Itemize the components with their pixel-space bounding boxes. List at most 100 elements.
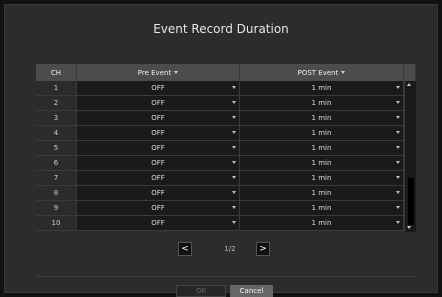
- channel-number: 8: [36, 186, 77, 201]
- channel-number: 10: [36, 216, 77, 231]
- dropdown-arrow-icon: [396, 191, 400, 194]
- post-event-select[interactable]: 1 min: [240, 216, 404, 231]
- channel-number: 2: [36, 96, 77, 111]
- column-header-ch: CH: [36, 64, 77, 81]
- dropdown-arrow-icon: [396, 221, 400, 224]
- channel-number: 1: [36, 81, 77, 96]
- pre-event-select[interactable]: OFF: [77, 126, 240, 141]
- post-event-select[interactable]: 1 min: [240, 186, 404, 201]
- pre-event-value: OFF: [151, 159, 165, 167]
- channel-number: 3: [36, 111, 77, 126]
- next-page-button[interactable]: >: [256, 242, 270, 256]
- channel-number: 7: [36, 171, 77, 186]
- post-event-select[interactable]: 1 min: [240, 171, 404, 186]
- pre-event-value: OFF: [151, 129, 165, 137]
- chevron-right-icon: >: [259, 244, 267, 254]
- post-event-select[interactable]: 1 min: [240, 141, 404, 156]
- pre-event-select[interactable]: OFF: [77, 156, 240, 171]
- post-event-value: 1 min: [311, 174, 332, 182]
- post-event-value: 1 min: [311, 129, 332, 137]
- dropdown-arrow-icon: [232, 146, 236, 149]
- dropdown-arrow-icon: [232, 101, 236, 104]
- channel-number: 9: [36, 201, 77, 216]
- table-row: 5 OFF 1 min: [36, 141, 416, 156]
- post-event-value: 1 min: [311, 204, 332, 212]
- dropdown-arrow-icon: [396, 161, 400, 164]
- pre-event-value: OFF: [151, 99, 165, 107]
- table-row: 2 OFF 1 min: [36, 96, 416, 111]
- post-event-value: 1 min: [311, 99, 332, 107]
- column-header-scroll-spacer: [404, 64, 416, 81]
- dropdown-arrow-icon: [396, 176, 400, 179]
- dropdown-arrow-icon: [396, 86, 400, 89]
- column-header-pre-event-label: Pre Event: [137, 68, 172, 77]
- scroll-down-icon[interactable]: [407, 226, 411, 229]
- dropdown-arrow-icon: [232, 176, 236, 179]
- dropdown-arrow-icon: [174, 71, 179, 74]
- dropdown-arrow-icon: [396, 206, 400, 209]
- post-event-value: 1 min: [311, 219, 332, 227]
- pre-event-select[interactable]: OFF: [77, 186, 240, 201]
- prev-page-button[interactable]: <: [178, 242, 192, 256]
- table-row: 6 OFF 1 min: [36, 156, 416, 171]
- table-row: 7 OFF 1 min: [36, 171, 416, 186]
- scroll-up-icon[interactable]: [407, 83, 411, 86]
- post-event-select[interactable]: 1 min: [240, 201, 404, 216]
- column-header-post-event-label: POST Event: [297, 68, 339, 77]
- post-event-value: 1 min: [311, 159, 332, 167]
- column-header-post-event[interactable]: POST Event: [240, 64, 404, 81]
- pre-event-select[interactable]: OFF: [77, 201, 240, 216]
- dropdown-arrow-icon: [232, 86, 236, 89]
- pre-event-value: OFF: [151, 189, 165, 197]
- ok-button[interactable]: OK: [176, 285, 226, 297]
- pre-event-select[interactable]: OFF: [77, 216, 240, 231]
- divider: [36, 276, 416, 277]
- pre-event-value: OFF: [151, 84, 165, 92]
- table-row: 8 OFF 1 min: [36, 186, 416, 201]
- event-record-duration-dialog: Event Record Duration CH Pre Event POST …: [4, 4, 438, 297]
- pre-event-value: OFF: [151, 174, 165, 182]
- table-row: 9 OFF 1 min: [36, 201, 416, 216]
- dropdown-arrow-icon: [396, 116, 400, 119]
- post-event-value: 1 min: [311, 144, 332, 152]
- page-indicator: 1/2: [224, 245, 236, 253]
- pre-event-select[interactable]: OFF: [77, 81, 240, 96]
- dropdown-arrow-icon: [232, 131, 236, 134]
- post-event-select[interactable]: 1 min: [240, 111, 404, 126]
- pre-event-select[interactable]: OFF: [77, 171, 240, 186]
- post-event-value: 1 min: [311, 114, 332, 122]
- pre-event-value: OFF: [151, 204, 165, 212]
- table-header: CH Pre Event POST Event: [36, 64, 416, 81]
- channel-number: 6: [36, 156, 77, 171]
- table-row: 1 OFF 1 min: [36, 81, 416, 96]
- dialog-title: Event Record Duration: [153, 22, 289, 36]
- post-event-select[interactable]: 1 min: [240, 126, 404, 141]
- post-event-select[interactable]: 1 min: [240, 156, 404, 171]
- pagination: < 1/2 >: [5, 242, 437, 256]
- cancel-button[interactable]: Cancel: [230, 285, 273, 297]
- post-event-select[interactable]: 1 min: [240, 81, 404, 96]
- duration-table: CH Pre Event POST Event 1 OFF 1 min 2 OFF 1 m…: [36, 64, 416, 231]
- post-event-value: 1 min: [311, 84, 332, 92]
- dropdown-arrow-icon: [232, 191, 236, 194]
- pre-event-value: OFF: [151, 144, 165, 152]
- table-row: 3 OFF 1 min: [36, 111, 416, 126]
- dropdown-arrow-icon: [232, 206, 236, 209]
- dropdown-arrow-icon: [232, 116, 236, 119]
- dropdown-arrow-icon: [232, 161, 236, 164]
- vertical-scrollbar[interactable]: [404, 81, 416, 232]
- post-event-value: 1 min: [311, 189, 332, 197]
- chevron-left-icon: <: [181, 244, 189, 254]
- column-header-pre-event[interactable]: Pre Event: [77, 64, 240, 81]
- pre-event-select[interactable]: OFF: [77, 141, 240, 156]
- channel-number: 5: [36, 141, 77, 156]
- table-row: 10 OFF 1 min: [36, 216, 416, 231]
- pre-event-select[interactable]: OFF: [77, 96, 240, 111]
- scroll-thumb[interactable]: [408, 178, 414, 225]
- pre-event-select[interactable]: OFF: [77, 111, 240, 126]
- dropdown-arrow-icon: [232, 221, 236, 224]
- channel-number: 4: [36, 126, 77, 141]
- dropdown-arrow-icon: [341, 71, 346, 74]
- post-event-select[interactable]: 1 min: [240, 96, 404, 111]
- dropdown-arrow-icon: [396, 101, 400, 104]
